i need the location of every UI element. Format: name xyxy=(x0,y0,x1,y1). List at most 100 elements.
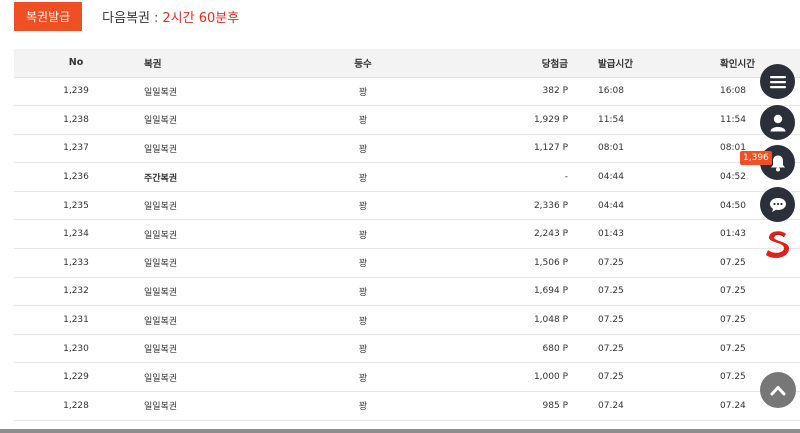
table-row: 1,239 일일복권 꽝 382 P 16:08 16:08 xyxy=(14,77,800,107)
cell-no: 1,233 xyxy=(14,248,138,278)
cell-prize: 1,048 P xyxy=(438,305,588,335)
cell-no: 1,232 xyxy=(14,277,138,307)
cell-grade: 꽝 xyxy=(288,305,438,335)
cell-prize: 2,336 P xyxy=(438,191,588,221)
cell-issued-time: 16:08 xyxy=(588,77,720,107)
cell-name: 주간복권 xyxy=(138,162,288,192)
cell-prize: 1,127 P xyxy=(438,134,588,164)
cell-prize: - xyxy=(438,162,588,192)
cell-issued-time: 04:44 xyxy=(588,191,720,221)
table-header-row: No 복권 등수 당첨금 발급시간 확인시간 xyxy=(14,49,800,78)
cell-issued-time: 07.25 xyxy=(588,362,720,393)
cell-name: 일일복권 xyxy=(138,305,288,335)
issue-lottery-button[interactable]: 복권발급 xyxy=(14,2,83,31)
scroll-top-icon xyxy=(770,386,786,396)
cell-prize: 1,929 P xyxy=(438,105,588,135)
cell-no: 1,234 xyxy=(14,219,138,250)
cell-name: 일일복권 xyxy=(138,248,288,278)
cell-checked-time: 07.25 xyxy=(720,334,800,364)
cell-name: 일일복권 xyxy=(138,134,288,164)
cell-no: 1,235 xyxy=(14,191,138,221)
cell-issued-time: 07.25 xyxy=(588,334,720,364)
table-row: 1,235 일일복권 꽝 2,336 P 04:44 04:50 xyxy=(14,191,800,221)
table-row: 1,230 일일복권 꽝 680 P 07.25 07.25 xyxy=(14,334,800,364)
cell-name: 일일복권 xyxy=(138,77,288,107)
cell-issued-time: 04:44 xyxy=(588,162,720,192)
cell-no: 1,236 xyxy=(14,162,138,192)
cell-issued-time: 08:01 xyxy=(588,134,720,164)
table-row: 1,238 일일복권 꽝 1,929 P 11:54 11:54 xyxy=(14,105,800,135)
cell-name: 일일복권 xyxy=(138,391,288,421)
cell-prize: 985 P xyxy=(438,391,588,421)
cell-name: 일일복권 xyxy=(138,277,288,307)
cell-prize: 2,243 P xyxy=(438,219,588,250)
chat-icon xyxy=(769,197,786,212)
table-row: 1,229 일일복권 꽝 1,000 P 07.25 07.25 xyxy=(14,362,800,393)
table-row: 1,236 주간복권 꽝 - 04:44 04:52 xyxy=(14,162,800,192)
cell-grade: 꽝 xyxy=(288,362,438,393)
table-row: 1,232 일일복권 꽝 1,694 P 07.25 07.25 xyxy=(14,277,800,307)
cell-issued-time: 01:43 xyxy=(588,219,720,250)
cell-prize: 382 P xyxy=(438,77,588,107)
next-lottery-label: 다음복권 xyxy=(102,11,151,26)
cell-name: 일일복권 xyxy=(138,191,288,221)
cell-grade: 꽝 xyxy=(288,277,438,307)
cell-prize: 1,694 P xyxy=(438,277,588,307)
user-icon xyxy=(770,114,785,131)
menu-button[interactable] xyxy=(760,64,795,99)
cell-issued-time: 07.24 xyxy=(588,391,720,421)
cell-name: 일일복권 xyxy=(138,105,288,135)
column-header-name: 복권 xyxy=(138,49,288,78)
cell-name: 일일복권 xyxy=(138,334,288,364)
cell-no: 1,231 xyxy=(14,305,138,335)
cell-no: 1,229 xyxy=(14,362,138,393)
horizontal-scrollbar[interactable] xyxy=(0,429,800,433)
cell-checked-time: 07.25 xyxy=(720,305,800,335)
bell-icon xyxy=(770,155,785,171)
cell-prize: 1,506 P xyxy=(438,248,588,278)
top-bar: 복권발급 다음복권:2시간 60분후 xyxy=(14,2,239,31)
table-row: 1,233 일일복권 꽝 1,506 P 07.25 07.25 xyxy=(14,248,800,278)
cell-checked-time: 07.25 xyxy=(720,277,800,307)
cell-no: 1,237 xyxy=(14,134,138,164)
cell-no: 1,239 xyxy=(14,77,138,107)
s-logo-button[interactable] xyxy=(760,226,796,262)
cell-grade: 꽝 xyxy=(288,134,438,164)
s-logo-icon xyxy=(766,231,790,258)
table-row: 1,234 일일복권 꽝 2,243 P 01:43 01:43 xyxy=(14,219,800,250)
chat-button[interactable] xyxy=(760,187,795,222)
table-row: 1,228 일일복권 꽝 985 P 07.24 07.24 xyxy=(14,391,800,421)
scroll-top-button[interactable] xyxy=(760,372,796,408)
cell-grade: 꽝 xyxy=(288,191,438,221)
cell-no: 1,228 xyxy=(14,391,138,421)
table-row: 1,231 일일복권 꽝 1,048 P 07.25 07.25 xyxy=(14,305,800,335)
notification-count-badge: 1,396 xyxy=(740,151,772,165)
column-header-prize: 당첨금 xyxy=(438,49,588,78)
cell-issued-time: 07.25 xyxy=(588,277,720,307)
menu-icon xyxy=(769,75,786,88)
cell-name: 일일복권 xyxy=(138,362,288,393)
column-header-issued-time: 발급시간 xyxy=(588,49,720,78)
cell-issued-time: 11:54 xyxy=(588,105,720,135)
cell-grade: 꽝 xyxy=(288,248,438,278)
next-lottery-countdown: 2시간 60분후 xyxy=(162,11,240,26)
cell-grade: 꽝 xyxy=(288,219,438,250)
cell-grade: 꽝 xyxy=(288,77,438,107)
cell-prize: 680 P xyxy=(438,334,588,364)
cell-issued-time: 07.25 xyxy=(588,248,720,278)
column-header-no: No xyxy=(14,49,138,78)
cell-issued-time: 07.25 xyxy=(588,305,720,335)
user-button[interactable] xyxy=(760,105,795,140)
cell-name: 일일복권 xyxy=(138,219,288,250)
cell-no: 1,238 xyxy=(14,105,138,135)
separator: : xyxy=(154,11,159,26)
cell-grade: 꽝 xyxy=(288,105,438,135)
cell-no: 1,230 xyxy=(14,334,138,364)
column-header-grade: 등수 xyxy=(288,49,438,78)
table-row: 1,237 일일복권 꽝 1,127 P 08:01 08:01 xyxy=(14,134,800,164)
cell-prize: 1,000 P xyxy=(438,362,588,393)
cell-grade: 꽝 xyxy=(288,391,438,421)
cell-grade: 꽝 xyxy=(288,334,438,364)
lottery-history-table: No 복권 등수 당첨금 발급시간 확인시간 1,239 일일복권 꽝 382 … xyxy=(14,49,800,421)
lottery-table-container: No 복권 등수 당첨금 발급시간 확인시간 1,239 일일복권 꽝 382 … xyxy=(14,49,800,421)
